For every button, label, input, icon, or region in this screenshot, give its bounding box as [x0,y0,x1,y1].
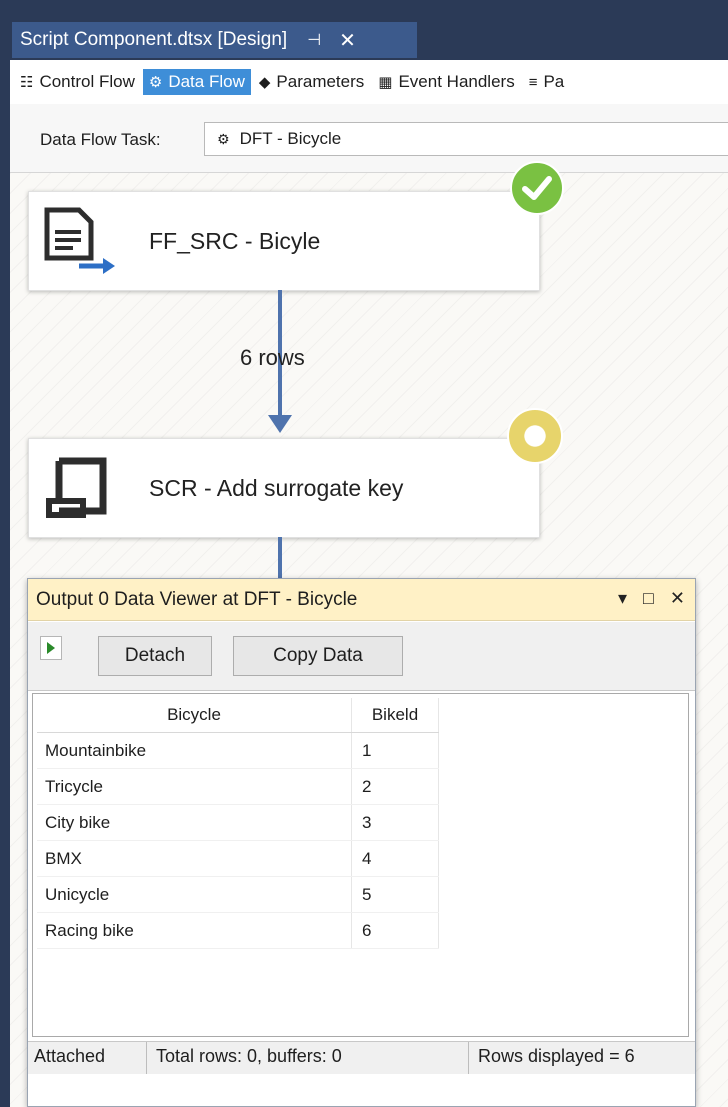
table-row[interactable]: City bike 3 [37,804,439,841]
column-header-bicycle[interactable]: Bicycle [37,698,352,733]
data-viewer-toolbar: Detach Copy Data [28,622,695,691]
table-row[interactable]: Mountainbike 1 [37,732,439,769]
tab-data-flow[interactable]: ⚙ Data Flow [142,69,251,95]
running-spinner-icon [507,408,563,464]
table-header-row: Bicycle Bikeld [37,698,439,733]
close-icon[interactable]: ✕ [670,588,685,609]
data-flow-icon: ⚙ [148,74,163,91]
table-row[interactable]: Tricycle 2 [37,768,439,805]
window-controls: ▾ □ ✕ [618,588,685,609]
tab-package-explorer[interactable]: ≡ Pa [523,69,571,95]
script-component-label: SCR - Add surrogate key [149,474,404,501]
parameters-icon: ◆ [258,74,271,91]
tab-label: Event Handlers [398,72,515,91]
package-explorer-icon: ≡ [528,73,538,91]
status-rows-displayed: Rows displayed = 6 [478,1046,635,1066]
tab-parameters[interactable]: ◆ Parameters [253,69,370,95]
script-component[interactable]: SCR - Add surrogate key [28,438,540,538]
tab-label: Parameters [276,72,365,91]
data-viewer-status-bar: Attached Total rows: 0, buffers: 0 Rows … [28,1041,695,1074]
path-row-count: 6 rows [240,345,305,370]
data-viewer-title-bar[interactable]: Output 0 Data Viewer at DFT - Bicycle ▾ … [28,579,695,621]
document-tab[interactable]: Script Component.dtsx [Design] ⊣ ✕ [12,22,417,58]
table-row[interactable]: Unicycle 5 [37,876,439,913]
close-icon[interactable]: ✕ [339,28,356,53]
script-component-icon [46,457,107,518]
column-header-bikeid[interactable]: Bikeld [351,698,439,733]
cell-bikeid[interactable]: 5 [351,876,439,913]
source-component-label: FF_SRC - Bicyle [149,227,321,254]
cell-bicycle[interactable]: Mountainbike [37,732,352,769]
flat-file-source-icon [44,207,115,274]
status-divider [468,1042,469,1074]
success-check-icon [510,161,564,215]
pin-icon[interactable]: ⊣ [307,30,321,50]
cell-bicycle[interactable]: BMX [37,840,352,877]
detach-button[interactable]: Detach [98,636,212,676]
tab-label: Pa [543,72,565,91]
play-icon[interactable] [40,636,62,660]
design-canvas[interactable]: FF_SRC - Bicyle 6 rows SCR - Add surroga… [10,161,728,1107]
cell-bikeid[interactable]: 4 [351,840,439,877]
data-table: Bicycle Bikeld Mountainbike 1 Tricycle 2 [37,698,439,949]
dropdown-icon[interactable]: ▾ [618,588,627,609]
tab-event-handlers[interactable]: ▦ Event Handlers [372,69,520,95]
maximize-icon[interactable]: □ [643,588,654,609]
data-flow-task-icon: ⚙ [217,130,230,147]
data-viewer-window: Output 0 Data Viewer at DFT - Bicycle ▾ … [27,578,696,1107]
cell-bicycle[interactable]: Unicycle [37,876,352,913]
output-path-line[interactable] [278,537,282,579]
data-viewer-title: Output 0 Data Viewer at DFT - Bicycle [36,588,358,610]
table-row[interactable]: BMX 4 [37,840,439,877]
cell-bikeid[interactable]: 3 [351,804,439,841]
document-tab-title: Script Component.dtsx [Design] [20,29,288,50]
table-row[interactable]: Racing bike 6 [37,912,439,949]
selected-task: DFT - Bicycle [239,129,342,148]
ssis-designer-window: Script Component.dtsx [Design] ⊣ ✕ ☷ Con… [10,0,728,1107]
copy-data-button[interactable]: Copy Data [233,636,403,676]
cell-bicycle[interactable]: Racing bike [37,912,352,949]
status-attached: Attached [34,1046,106,1066]
tab-label: Control Flow [39,72,135,91]
cell-bikeid[interactable]: 6 [351,912,439,949]
designer-tab-bar: ☷ Control Flow ⚙ Data Flow ◆ Parameters … [10,60,728,105]
document-tab-strip: Script Component.dtsx [Design] ⊣ ✕ [10,0,728,60]
cell-bicycle[interactable]: Tricycle [37,768,352,805]
status-total-rows: Total rows: 0, buffers: 0 [156,1046,342,1066]
status-divider [146,1042,147,1074]
control-flow-icon: ☷ [20,74,34,91]
data-flow-task-select[interactable]: ⚙ DFT - Bicycle [204,122,728,156]
data-flow-task-bar: Data Flow Task: ⚙ DFT - Bicycle [10,104,728,173]
cell-bicycle[interactable]: City bike [37,804,352,841]
data-path-arrow [268,415,292,433]
tab-control-flow[interactable]: ☷ Control Flow [14,69,141,95]
tab-label: Data Flow [168,72,245,91]
cell-bikeid[interactable]: 2 [351,768,439,805]
event-handlers-icon: ▦ [378,74,393,91]
data-grid[interactable]: Bicycle Bikeld Mountainbike 1 Tricycle 2 [32,693,689,1037]
task-label: Data Flow Task: [40,130,161,149]
flat-file-source-component[interactable]: FF_SRC - Bicyle [28,191,540,291]
cell-bikeid[interactable]: 1 [351,732,439,769]
